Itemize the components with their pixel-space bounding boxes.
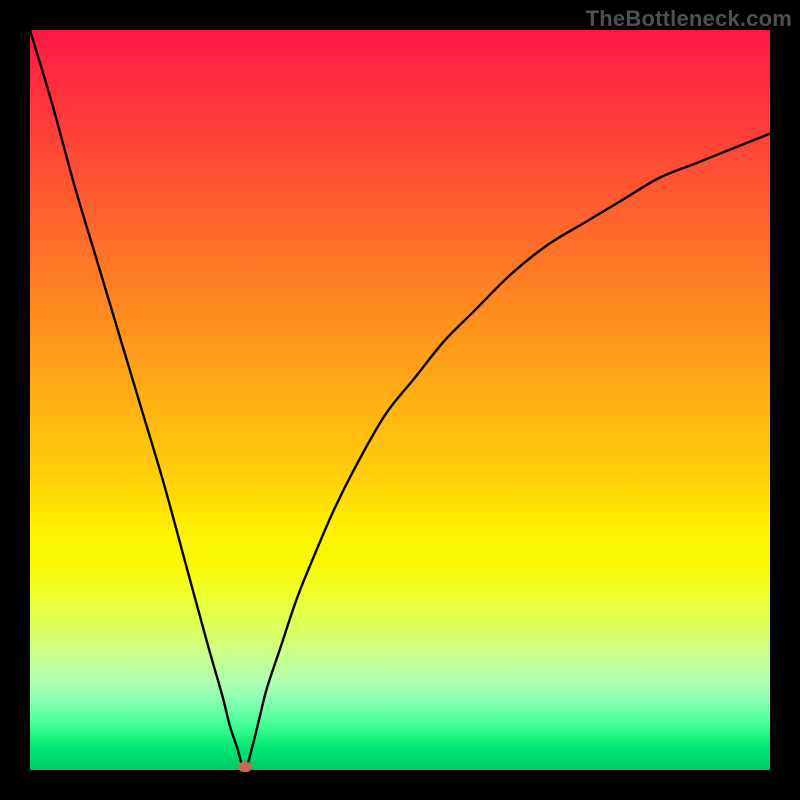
bottleneck-curve — [30, 30, 770, 770]
attribution-text: TheBottleneck.com — [586, 6, 792, 32]
optimum-marker — [238, 762, 252, 772]
chart-frame: TheBottleneck.com — [0, 0, 800, 800]
curve-layer — [30, 30, 770, 770]
